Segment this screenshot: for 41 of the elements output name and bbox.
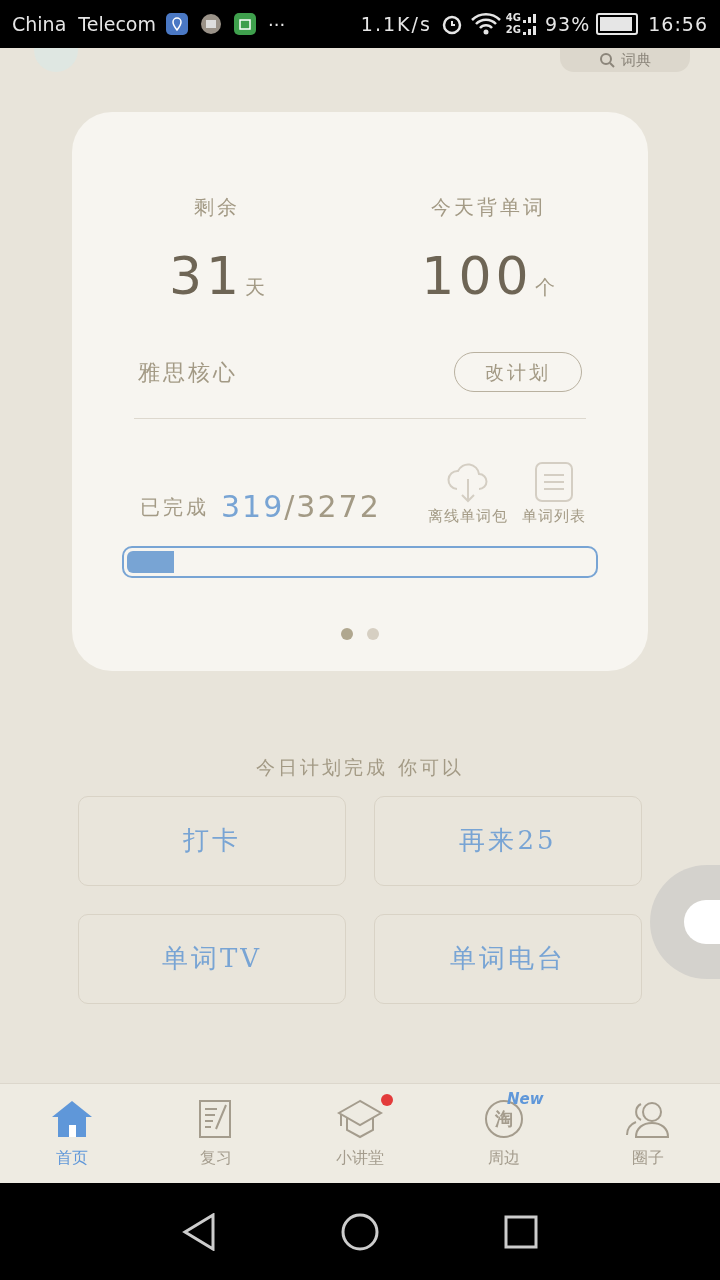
total-count: /3272: [284, 491, 381, 522]
note-pencil-icon: [198, 1098, 234, 1139]
toolbar-button[interactable]: 离线单词包: [428, 459, 508, 528]
tab-class[interactable]: 小讲堂: [288, 1084, 432, 1183]
recents-icon[interactable]: [504, 1214, 538, 1249]
app-icon: [199, 13, 222, 35]
more-notifications: ···: [267, 12, 286, 37]
completed-label: 已完成: [140, 493, 209, 521]
home-icon: [50, 1098, 94, 1139]
graduation-cap-icon: [337, 1098, 383, 1139]
section-title: 今日计划完成 你可以: [256, 755, 464, 780]
location-icon: [165, 13, 188, 35]
battery-percent: 93%: [545, 11, 591, 37]
app-icon: [233, 13, 256, 35]
clock: 16:56: [648, 11, 708, 37]
stat-value: 31: [168, 250, 244, 302]
action-button[interactable]: 打卡: [78, 795, 346, 886]
stat-unit: 个: [534, 274, 555, 301]
stat-value: 100: [421, 250, 533, 302]
tab-home[interactable]: 首页: [0, 1084, 144, 1183]
stat-label: 剩余: [194, 194, 240, 221]
stat-label: 今天背单词: [430, 194, 546, 221]
book-name: 雅思核心: [138, 358, 238, 387]
toolbar-button[interactable]: 单词列表: [522, 461, 586, 528]
home-button-icon[interactable]: [340, 1211, 380, 1252]
battery-icon: [596, 13, 639, 35]
action-button[interactable]: 再来25: [374, 795, 642, 886]
wifi-icon: [469, 12, 502, 36]
carrier-name: China Telecom: [12, 11, 156, 37]
action-button[interactable]: 单词电台: [374, 913, 642, 1004]
completed-count: 319: [221, 491, 285, 522]
search-icon: [599, 52, 615, 68]
stat-unit: 天: [245, 274, 266, 301]
action-button[interactable]: 单词TV: [78, 913, 346, 1004]
tab-review[interactable]: 复习: [144, 1084, 288, 1183]
network-type: 4G: [505, 12, 521, 24]
network-speed: 1.1K/s: [360, 11, 432, 37]
back-icon[interactable]: [182, 1212, 216, 1251]
dictionary-search-button[interactable]: 词典: [560, 48, 690, 72]
list-icon: [534, 461, 574, 503]
network-type: 2G: [505, 24, 521, 36]
